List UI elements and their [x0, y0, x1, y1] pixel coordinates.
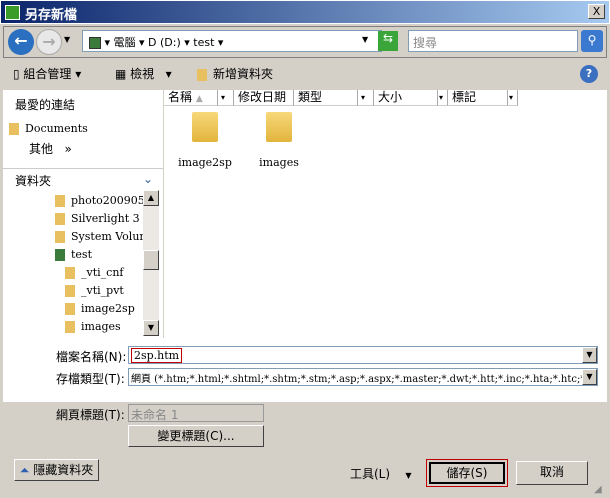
- search-input[interactable]: 搜尋: [408, 30, 578, 52]
- organize-button[interactable]: ▯ 組合管理 ▾: [13, 65, 81, 82]
- new-folder-button[interactable]: 新增資料夾: [197, 65, 273, 82]
- forward-button[interactable]: →: [36, 29, 62, 55]
- back-button[interactable]: ←: [8, 29, 34, 55]
- file-list: 名稱 ▲ ▾ 修改日期 類型 ▾ 大小 ▾ 標記 ▾ image2sp imag…: [164, 90, 607, 338]
- cancel-button[interactable]: 取消: [516, 461, 588, 485]
- folder-icon: [266, 112, 292, 142]
- close-button[interactable]: X: [588, 4, 605, 19]
- filename-input[interactable]: 2sp.htm: [128, 346, 598, 364]
- toolbar: ▯ 組合管理 ▾ ▦ 檢視 ▾ 新增資料夾 ?: [3, 60, 607, 88]
- tree-item[interactable]: image2sp: [65, 302, 135, 315]
- computer-icon: [89, 37, 101, 49]
- column-dropdown[interactable]: ▾: [508, 90, 518, 106]
- folder-icon: [9, 123, 19, 135]
- column-type[interactable]: 類型: [294, 90, 358, 106]
- folder-icon: [192, 112, 218, 142]
- navigation-pane: 最愛的連結 Documents 其他 » 資料夾 ⌄ photo200905 S…: [3, 90, 163, 338]
- favorites-title: 最愛的連結: [15, 98, 76, 112]
- breadcrumb-computer[interactable]: 電腦: [114, 36, 136, 49]
- tree-item[interactable]: _vti_cnf: [65, 266, 123, 279]
- page-title-label: 網頁標題(T):: [56, 408, 125, 422]
- filename-label: 檔案名稱(N):: [56, 350, 127, 364]
- breadcrumb-test[interactable]: test: [193, 36, 214, 49]
- title-bar: 另存新檔: [0, 0, 610, 24]
- column-dropdown[interactable]: ▾: [218, 90, 234, 106]
- favorite-documents[interactable]: Documents: [9, 122, 88, 135]
- change-title-button[interactable]: 變更標題(C)...: [128, 425, 264, 447]
- tree-item[interactable]: Silverlight 3 &: [55, 212, 153, 225]
- address-bar[interactable]: ▾ 電腦 ▾ D (D:) ▾ test ▾: [82, 30, 382, 52]
- column-tags[interactable]: 標記: [448, 90, 508, 106]
- page-title-input: 未命名 1: [128, 404, 264, 422]
- address-dropdown-icon[interactable]: ▼: [362, 35, 368, 44]
- save-button[interactable]: 儲存(S): [429, 462, 505, 484]
- column-dropdown[interactable]: ▾: [358, 90, 374, 106]
- column-date[interactable]: 修改日期: [234, 90, 294, 106]
- filetype-dropdown[interactable]: ▼: [582, 369, 597, 385]
- new-folder-icon: [197, 68, 207, 81]
- app-icon: [5, 5, 20, 20]
- save-highlight: 儲存(S): [426, 459, 508, 487]
- tree-item[interactable]: images: [65, 320, 121, 333]
- hide-folders-button[interactable]: ⏶ 隱藏資料夾: [14, 459, 99, 481]
- column-name[interactable]: 名稱 ▲: [164, 90, 218, 106]
- column-dropdown[interactable]: ▾: [438, 90, 448, 106]
- window-title: 另存新檔: [25, 8, 78, 23]
- filename-dropdown[interactable]: ▼: [582, 347, 597, 363]
- tree-item[interactable]: _vti_pvt: [65, 284, 124, 297]
- refresh-icon[interactable]: ⇆: [378, 31, 398, 51]
- chevron-up-icon: ⏶: [19, 463, 30, 477]
- resize-grip[interactable]: ◢: [594, 484, 602, 495]
- tree-scrollbar[interactable]: ▲ ▼: [143, 190, 159, 336]
- views-button[interactable]: ▦ 檢視 ▾: [115, 65, 172, 82]
- chevron-down-icon[interactable]: ⌄: [143, 172, 153, 186]
- type-label: 存檔類型(T):: [56, 372, 125, 386]
- history-dropdown-icon[interactable]: ▼: [64, 35, 70, 44]
- navigation-bar: ← → ▼ ▾ 電腦 ▾ D (D:) ▾ test ▾ ▼ ⇆ 搜尋 ⚲: [3, 26, 607, 58]
- help-icon[interactable]: ?: [580, 65, 598, 83]
- breadcrumb-drive[interactable]: D (D:): [148, 36, 181, 49]
- file-item[interactable]: image2sp: [178, 112, 232, 169]
- tree-item[interactable]: System Volum: [55, 230, 150, 243]
- filetype-select[interactable]: 網頁 (*.htm;*.html;*.shtml;*.shtm;*.stm;*.…: [128, 368, 598, 386]
- file-item[interactable]: images: [252, 112, 306, 169]
- column-size[interactable]: 大小: [374, 90, 438, 106]
- tree-item[interactable]: photo200905: [55, 194, 145, 207]
- tools-button[interactable]: 工具(L) ▼: [350, 465, 411, 482]
- tree-item-test[interactable]: test: [55, 248, 92, 261]
- search-icon[interactable]: ⚲: [581, 30, 603, 52]
- folders-title[interactable]: 資料夾: [15, 172, 51, 189]
- more-links[interactable]: 其他 »: [29, 140, 72, 157]
